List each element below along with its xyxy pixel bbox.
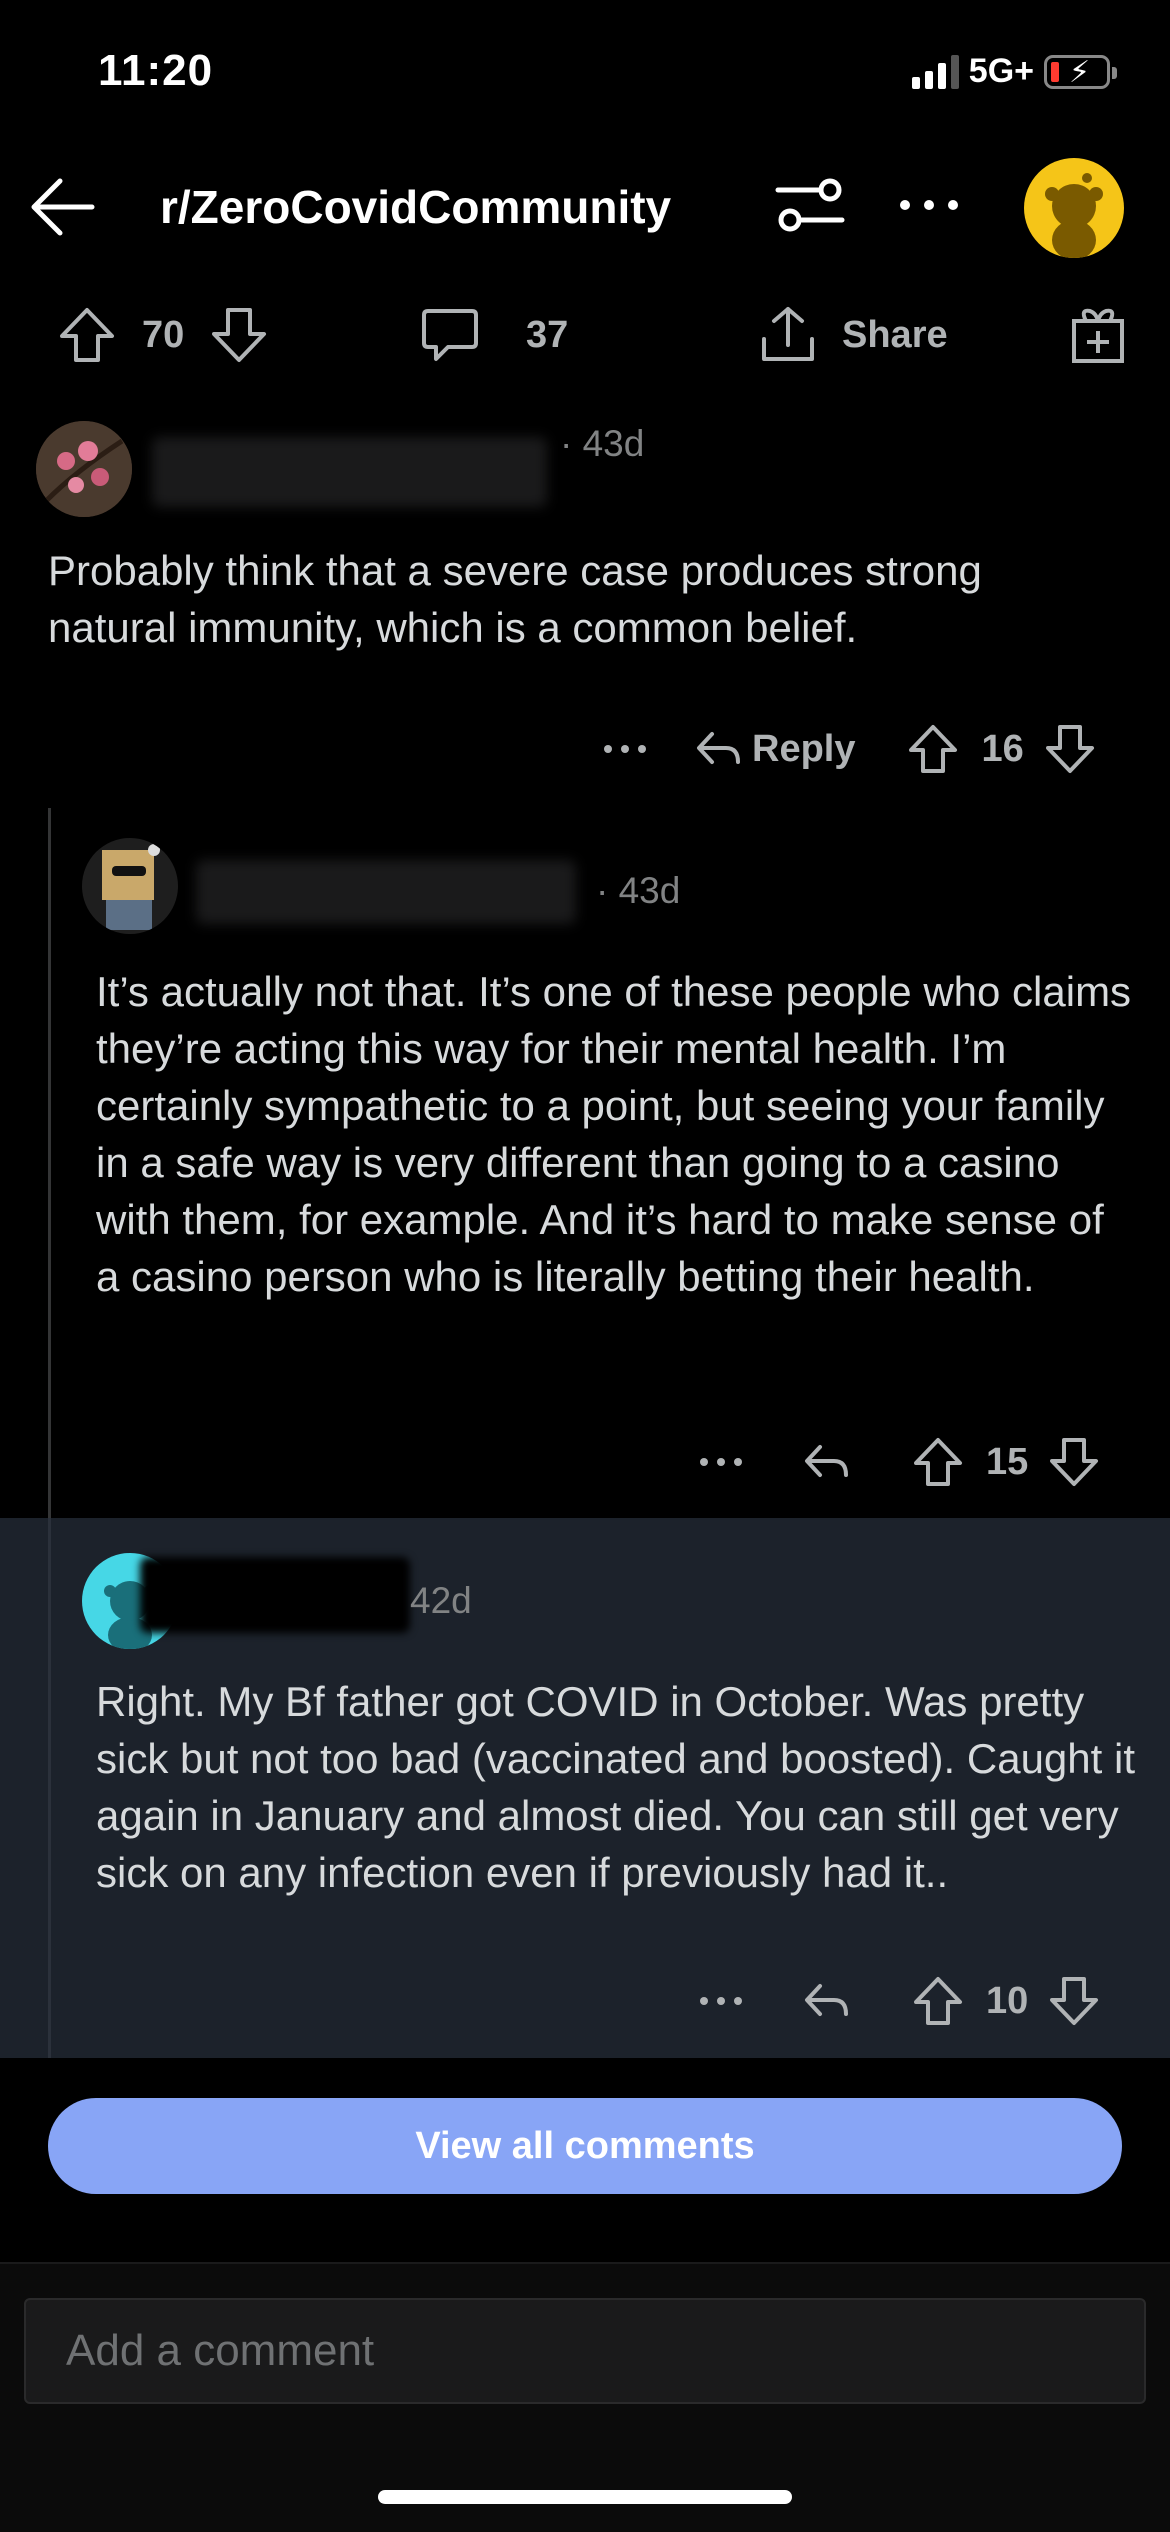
comment-text: Probably think that a severe case produc…: [48, 547, 982, 651]
downvote-icon[interactable]: [1048, 1436, 1100, 1488]
gift-icon: [1066, 303, 1130, 367]
signal-icon: [911, 54, 959, 89]
redacted-username: [196, 860, 576, 924]
filter-icon[interactable]: [770, 170, 850, 240]
comment-2: · 43d It’s actually not that. It’s one o…: [0, 820, 1170, 1500]
downvote-icon[interactable]: [1044, 723, 1096, 775]
comment-age: · 43d: [560, 423, 645, 464]
commenter-avatar[interactable]: [36, 421, 132, 517]
redacted-username: [152, 437, 547, 507]
reply-icon[interactable]: [802, 1978, 850, 2024]
downvote-icon[interactable]: [208, 304, 270, 366]
comment-1: · 43d Probably think that a severe case …: [0, 405, 1170, 805]
back-arrow-icon[interactable]: [22, 172, 102, 242]
add-comment-input[interactable]: [26, 2300, 1144, 2402]
reply-button[interactable]: Reply: [694, 726, 855, 772]
nav-bar: r/ZeroCovidCommunity: [0, 150, 1170, 265]
share-button[interactable]: Share: [756, 300, 948, 370]
view-all-comments-button[interactable]: View all comments: [48, 2098, 1122, 2194]
reply-icon: [697, 732, 740, 764]
award-button[interactable]: [1066, 300, 1130, 370]
user-avatar[interactable]: [1024, 158, 1124, 258]
share-label: Share: [842, 313, 948, 356]
comments-button[interactable]: 37: [418, 300, 568, 370]
comment-text: It’s actually not that. It’s one of thes…: [96, 968, 1132, 1300]
comment-score: 16: [981, 727, 1024, 770]
subreddit-title[interactable]: r/ZeroCovidCommunity: [160, 180, 671, 234]
home-indicator: [378, 2490, 792, 2504]
reply-icon[interactable]: [802, 1439, 850, 1485]
comment-actions: 15: [696, 1430, 1100, 1494]
comment-age: 42d: [410, 1580, 472, 1621]
status-indicators: 5G+ ⚡: [911, 52, 1117, 91]
status-bar: 11:20 5G+ ⚡: [0, 0, 1170, 150]
upvote-icon[interactable]: [912, 1436, 964, 1488]
comment-actions: Reply 16: [600, 717, 1096, 781]
more-icon[interactable]: [696, 1991, 746, 2011]
more-icon[interactable]: [696, 1452, 746, 1472]
downvote-icon[interactable]: [1048, 1975, 1100, 2027]
redacted-username: [140, 1557, 410, 1633]
more-options-icon[interactable]: [893, 170, 965, 240]
post-vote-group: 70: [56, 300, 270, 370]
comment-3: 42d Right. My Bf father got COVID in Oct…: [0, 1535, 1170, 2055]
comment-score: 15: [986, 1440, 1029, 1483]
post-upvote-count: 70: [142, 313, 185, 356]
share-icon: [756, 303, 820, 367]
upvote-icon[interactable]: [907, 723, 959, 775]
upvote-icon[interactable]: [56, 304, 118, 366]
comment-bubble-icon: [418, 303, 482, 367]
network-label: 5G+: [968, 52, 1034, 90]
upvote-icon[interactable]: [912, 1975, 964, 2027]
status-time: 11:20: [98, 46, 214, 95]
comment-actions: 10: [696, 1969, 1100, 2033]
battery-icon: ⚡: [1044, 54, 1117, 89]
comment-text: Right. My Bf father got COVID in October…: [96, 1678, 1135, 1896]
comment-score: 10: [986, 1979, 1029, 2022]
comment-age: · 43d: [596, 870, 681, 911]
post-action-bar: 70 37 Share: [0, 290, 1170, 380]
more-icon[interactable]: [600, 739, 650, 759]
add-comment-field[interactable]: [24, 2298, 1146, 2404]
comment-count: 37: [526, 313, 569, 356]
reply-label: Reply: [752, 727, 856, 770]
commenter-avatar[interactable]: [82, 838, 178, 934]
